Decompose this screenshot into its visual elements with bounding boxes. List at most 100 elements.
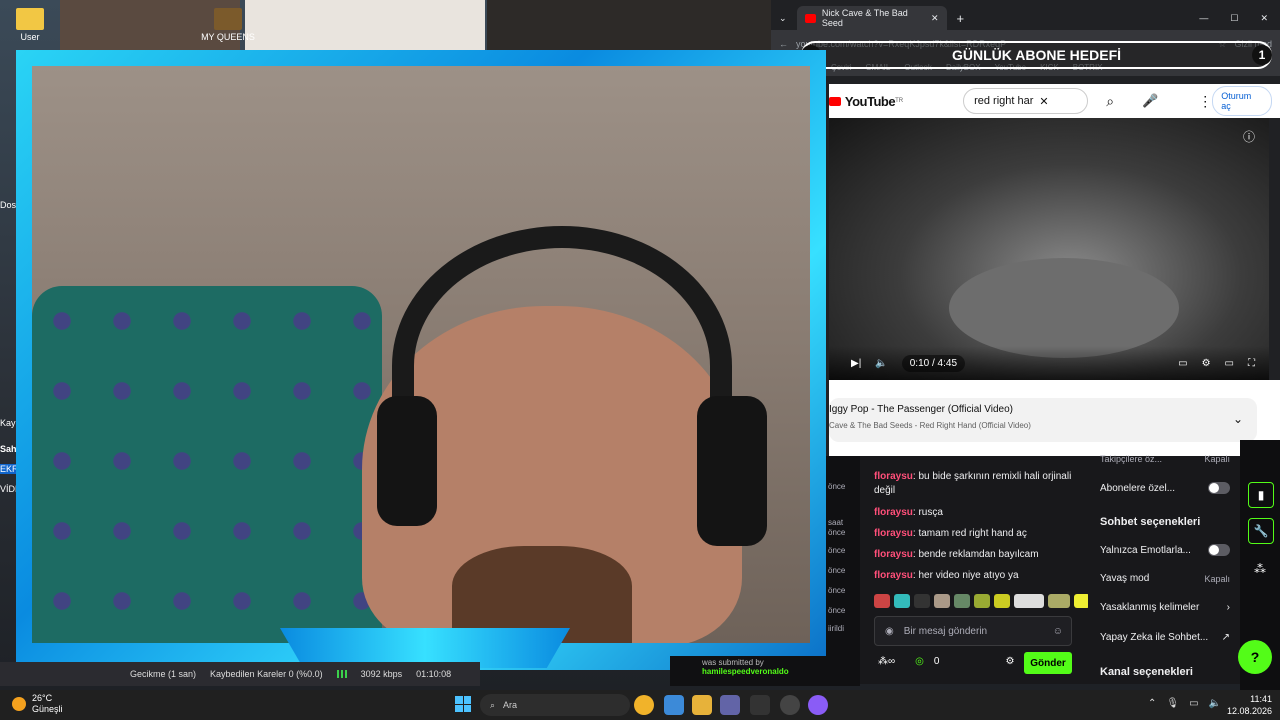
chrome-icon[interactable] — [634, 695, 654, 715]
close-window-icon[interactable]: ✕ — [1260, 13, 1268, 24]
fullscreen-icon[interactable]: ⛶ — [1248, 358, 1255, 369]
next-icon[interactable]: ▶| — [851, 358, 861, 369]
goal-title: GÜNLÜK ABONE HEDEFİ — [951, 47, 1122, 63]
microphone-icon[interactable]: 🎤 — [1142, 93, 1158, 109]
tab-list-icon[interactable]: ⌄ — [779, 13, 787, 24]
taskbar-search[interactable]: ⌕ Ara — [480, 694, 630, 716]
chevron-up-icon[interactable]: ⌃ — [1148, 698, 1156, 709]
app-icon[interactable] — [808, 695, 828, 715]
weather-widget[interactable]: 26°C Güneşli — [12, 693, 63, 715]
chevron-right-icon: › — [1226, 602, 1230, 613]
submission-notice: was submitted by hamilespeedveronaldo — [670, 656, 860, 686]
epic-games-icon[interactable] — [750, 695, 770, 715]
info-icon[interactable]: ⓘ — [1243, 128, 1255, 145]
search-icon[interactable]: ⌕ — [1106, 93, 1114, 110]
tab-youtube[interactable]: Nick Cave & The Bad Seed ✕ — [796, 6, 947, 30]
volume-icon[interactable]: 🔈 — [1209, 698, 1221, 709]
emote-icon[interactable] — [974, 594, 990, 608]
send-button[interactable]: Gönder — [1024, 652, 1072, 674]
sign-in-button[interactable]: Oturum aç — [1212, 86, 1272, 116]
chat-panel: floraysu: bu bide şarkının remixli hali … — [860, 456, 1090, 684]
setting-followers-only[interactable]: Takipçilere öz... Kapalı — [1100, 454, 1230, 464]
emote-icon[interactable] — [994, 594, 1010, 608]
clock-time: 11:41 — [1250, 694, 1272, 704]
taskbar-clock[interactable]: 11:41 12.08.2026 — [1222, 693, 1272, 717]
youtube-search-input[interactable]: red right har ✕ — [963, 88, 1089, 114]
youtube-playlist-area: Iggy Pop - The Passenger (Official Video… — [829, 380, 1280, 460]
toggle-switch[interactable] — [1208, 544, 1230, 556]
minimize-icon[interactable]: — — [1199, 13, 1208, 23]
pillow-pattern — [32, 286, 382, 643]
theater-icon[interactable]: ▭ — [1225, 358, 1234, 369]
chevron-down-icon[interactable]: ⌄ — [1233, 412, 1243, 426]
mail-icon[interactable] — [664, 695, 684, 715]
temperature: 26°C — [32, 693, 53, 703]
microphone-icon[interactable]: 🎙 — [1166, 698, 1179, 709]
chat-message-input[interactable]: ◉ Bir mesaj gönderin ☺ — [874, 616, 1072, 646]
more-options-icon[interactable]: ⋮ — [1198, 93, 1212, 110]
chat-username[interactable]: floraysu — [874, 471, 913, 482]
setting-ai-chat[interactable]: Yapay Zeka ile Sohbet... ↗ — [1100, 632, 1230, 643]
playlist-card[interactable]: Iggy Pop - The Passenger (Official Video… — [829, 398, 1257, 442]
emote-icon[interactable] — [954, 594, 970, 608]
submission-text: was submitted by — [702, 658, 764, 667]
points-icon[interactable]: ◎ — [915, 656, 924, 667]
community-icon[interactable]: ⁂∞ — [878, 656, 895, 667]
youtube-video-player[interactable]: ⓘ ▶| 🔈 0:10 / 4:45 ▭ ⚙ ▭ ⛶ — [829, 118, 1269, 380]
section-channel-options: Kanal seçenekleri — [1100, 666, 1193, 678]
emote-icon[interactable] — [1014, 594, 1044, 608]
obs-icon[interactable] — [780, 695, 800, 715]
chat-username[interactable]: floraysu — [874, 570, 913, 581]
video-controls: ▶| 🔈 0:10 / 4:45 ▭ ⚙ ▭ ⛶ — [829, 346, 1269, 380]
rail-button-wrench[interactable]: 🔧 — [1248, 518, 1274, 544]
taskbar: 26°C Güneşli ⌕ Ara ⌃ 🎙 ▭ 🔈 11:41 12.08.2… — [0, 690, 1280, 720]
background-webcam-3 — [487, 0, 771, 50]
emote-icon[interactable] — [1048, 594, 1070, 608]
chat-settings-icon[interactable]: ⚙ — [1005, 656, 1014, 667]
emoji-icon[interactable]: ☺ — [1053, 626, 1063, 637]
start-icon[interactable] — [455, 696, 471, 712]
settings-gear-icon[interactable]: ⚙ — [1202, 358, 1211, 369]
volume-icon[interactable]: 🔈 — [875, 358, 887, 369]
goal-target: 1 — [1252, 45, 1272, 65]
rail-button-pinned[interactable]: ▮ — [1248, 482, 1274, 508]
file-explorer-icon[interactable] — [692, 695, 712, 715]
headphone-earcup-left — [377, 396, 437, 526]
stream-time: 01:10:08 — [416, 669, 452, 679]
emote-icon[interactable] — [874, 594, 890, 608]
emote-icon[interactable] — [894, 594, 910, 608]
desktop-icon-my-queens[interactable]: MY QUEENS — [198, 8, 258, 42]
setting-banned-words[interactable]: Yasaklanmış kelimeler › — [1100, 602, 1230, 613]
background-webcam-2 — [245, 0, 485, 50]
chat-settings-panel: Takipçilere öz... Kapalı Abonelere özel.… — [1088, 454, 1240, 684]
new-tab-icon[interactable]: + — [957, 11, 965, 26]
browser-window: ⌄ Nick Cave & The Bad Seed ✕ + — ☐ ✕ ← y… — [771, 0, 1280, 460]
emote-bar — [874, 594, 1090, 608]
desktop-icon-user[interactable]: User — [0, 8, 60, 42]
maximize-icon[interactable]: ☐ — [1230, 13, 1238, 24]
chat-message: floraysu: bu bide şarkının remixli hali … — [874, 471, 1072, 496]
chat-username[interactable]: floraysu — [874, 549, 913, 560]
chat-username[interactable]: floraysu — [874, 507, 913, 518]
shield-icon[interactable]: ◉ — [885, 626, 894, 637]
emote-icon[interactable] — [914, 594, 930, 608]
subtitles-icon[interactable]: ▭ — [1178, 358, 1187, 369]
setting-subscribers-only[interactable]: Abonelere özel... — [1100, 482, 1230, 494]
back-icon[interactable]: ← — [779, 39, 788, 49]
playlist-subtitle: Cave & The Bad Seeds - Red Right Hand (O… — [829, 421, 1031, 430]
chat-message: floraysu: bende reklamdan bayılcam — [874, 549, 1039, 560]
help-chat-icon[interactable]: ? — [1238, 640, 1272, 674]
youtube-logo-icon[interactable] — [829, 96, 841, 106]
setting-slow-mode[interactable]: Yavaş mod Kapalı — [1100, 573, 1230, 584]
youtube-logo[interactable]: YouTube — [845, 94, 896, 109]
chat-text: tamam red right hand aç — [918, 528, 1027, 539]
clear-search-icon[interactable]: ✕ — [1039, 95, 1048, 108]
chat-username[interactable]: floraysu — [874, 528, 913, 539]
community-icon[interactable]: ⁂ — [1254, 562, 1266, 576]
emote-icon[interactable] — [934, 594, 950, 608]
teams-icon[interactable] — [720, 695, 740, 715]
toggle-switch[interactable] — [1208, 482, 1230, 494]
close-tab-icon[interactable]: ✕ — [931, 13, 939, 24]
setting-emotes-only[interactable]: Yalnızca Emotlarla... — [1100, 544, 1230, 556]
display-icon[interactable]: ▭ — [1189, 698, 1198, 709]
